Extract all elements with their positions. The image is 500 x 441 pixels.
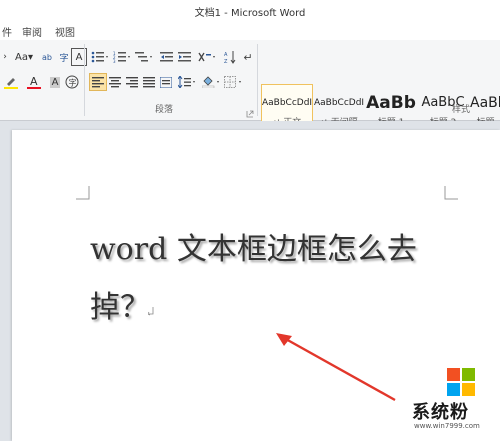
enclose-icon: 字 — [59, 53, 69, 64]
enclosed-char-button[interactable]: 字 — [63, 73, 81, 91]
align-right-button[interactable] — [123, 73, 141, 91]
phonetic-icon: ab — [42, 52, 52, 62]
svg-text:A: A — [30, 75, 38, 88]
style-preview: AaBbCcDdI — [314, 98, 364, 108]
menu-file[interactable]: 件 — [2, 24, 12, 39]
chinese-layout-icon — [198, 52, 215, 62]
document-text-line-1[interactable]: word 文本框边框怎么去 — [90, 224, 417, 268]
document-page[interactable] — [12, 130, 500, 441]
chevron-left-icon: › — [3, 52, 7, 62]
document-text-line-2[interactable]: 掉？ — [90, 282, 150, 326]
svg-text:3: 3 — [113, 59, 116, 63]
decrease-indent-button[interactable] — [158, 48, 176, 66]
watermark-url: www.win7999.com — [414, 422, 480, 430]
align-left-button[interactable] — [89, 73, 107, 91]
group-separator — [257, 44, 258, 116]
change-case-button[interactable]: Aa▾ — [12, 48, 36, 66]
distribute-button[interactable] — [157, 73, 175, 91]
margin-corner-top-right — [444, 186, 458, 200]
style-preview: AaBb — [366, 93, 416, 113]
paint-bucket-icon — [202, 76, 219, 88]
border-grid-icon — [224, 76, 241, 88]
multilevel-list-icon — [135, 52, 152, 62]
style-preview: AaBbCcDdI — [262, 98, 312, 108]
paragraph-dialog-launcher[interactable] — [246, 103, 254, 118]
chinese-layout-button[interactable] — [196, 48, 218, 66]
show-marks-button[interactable]: ↵ — [240, 48, 256, 66]
pilcrow-icon: ↵ — [243, 50, 253, 64]
enclosed-char-icon: 字 — [65, 75, 79, 89]
align-center-icon — [109, 76, 121, 87]
dialog-launcher-icon — [246, 110, 254, 118]
increase-indent-icon — [178, 52, 191, 62]
title-bar: 文档1 - Microsoft Word — [0, 0, 500, 20]
numbered-list-icon: 1 2 3 — [113, 51, 130, 63]
align-center-button[interactable] — [106, 73, 124, 91]
font-color-icon: A — [27, 75, 41, 89]
align-left-icon — [92, 76, 104, 87]
sort-icon: A Z — [224, 51, 236, 64]
window-title: 文档1 - Microsoft Word — [194, 8, 306, 19]
font-size-decrease-button[interactable]: › — [0, 48, 10, 66]
svg-text:Z: Z — [224, 59, 228, 64]
decrease-indent-icon — [160, 52, 173, 62]
borders-button[interactable] — [222, 73, 244, 91]
highlight-button[interactable] — [2, 73, 20, 91]
watermark-brand: 系统粉 — [412, 402, 469, 423]
menu-review[interactable]: 审阅 — [22, 24, 42, 39]
char-shading-icon: A — [49, 76, 61, 88]
ribbon: › Aa▾ ab 字 A A A 字 1 2 3 A Z ↵ 段落 AaBbCc… — [0, 40, 500, 134]
justify-icon — [143, 76, 155, 87]
justify-button[interactable] — [140, 73, 158, 91]
font-color-button[interactable]: A — [24, 73, 44, 91]
line-spacing-icon — [178, 76, 195, 88]
multilevel-list-button[interactable] — [133, 48, 155, 66]
distributed-align-icon — [160, 76, 172, 88]
menu-bar: 件 审阅 视图 — [0, 20, 500, 41]
group-separator — [84, 44, 85, 116]
bullet-list-icon — [91, 51, 108, 63]
svg-text:字: 字 — [69, 78, 77, 88]
annotation-arrow-icon — [276, 333, 396, 402]
style-preview: AaBb — [470, 95, 500, 111]
windows-logo-icon — [447, 368, 477, 398]
phonetic-guide-button[interactable]: ab — [38, 48, 56, 66]
align-right-icon — [126, 76, 138, 87]
highlighter-icon — [4, 78, 18, 89]
increase-indent-button[interactable] — [176, 48, 194, 66]
paragraph-mark-icon — [148, 307, 154, 316]
paragraph-group-label: 段落 — [155, 105, 174, 115]
char-shading-button[interactable]: A — [46, 73, 64, 91]
styles-group-label: 样式 — [452, 105, 471, 115]
margin-corner-top-left — [76, 186, 90, 200]
sort-button[interactable]: A Z — [222, 48, 238, 66]
bullets-button[interactable] — [89, 48, 111, 66]
svg-text:A: A — [224, 52, 228, 58]
shading-button[interactable] — [200, 73, 222, 91]
line-spacing-button[interactable] — [176, 73, 198, 91]
numbering-button[interactable]: 1 2 3 — [111, 48, 133, 66]
menu-view[interactable]: 视图 — [55, 24, 75, 39]
